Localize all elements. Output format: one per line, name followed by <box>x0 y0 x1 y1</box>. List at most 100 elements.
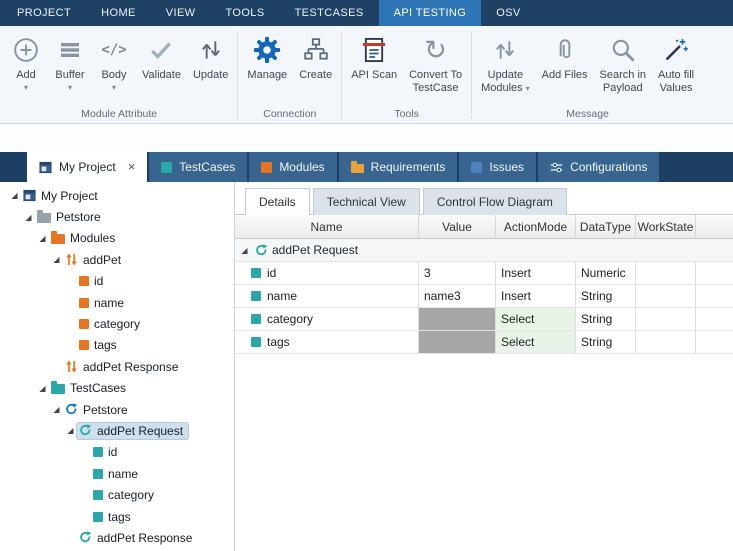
value-cell[interactable]: name3 <box>419 285 496 307</box>
datatype-cell[interactable]: String <box>576 285 636 307</box>
datatype-cell[interactable]: String <box>576 308 636 330</box>
tab-issues[interactable]: Issues <box>459 152 536 182</box>
tree-item-testcases[interactable]: ◢ TestCases <box>0 378 234 399</box>
menu-view[interactable]: VIEW <box>151 0 211 26</box>
tab-requirements[interactable]: Requirements <box>339 152 458 182</box>
tab-modules[interactable]: Modules <box>249 152 336 182</box>
project-tree: ◢ My Project ◢ Petstore ◢ Modules ◢ addP… <box>0 182 235 551</box>
name-cell[interactable]: category <box>235 308 419 330</box>
column-header-value[interactable]: Value <box>419 215 496 238</box>
expander-icon[interactable]: ◢ <box>36 384 49 393</box>
refresh-icon <box>255 244 268 257</box>
tab-technical-view[interactable]: Technical View <box>313 188 420 215</box>
convert-to-testcase-button[interactable]: ↻ Convert To TestCase <box>403 29 468 108</box>
manage-connection-button[interactable]: Manage <box>241 29 293 108</box>
workstate-cell[interactable] <box>636 285 696 307</box>
actionmode-cell[interactable]: Insert <box>496 285 576 307</box>
expander-icon[interactable]: ◢ <box>50 255 63 264</box>
menu-testcases[interactable]: TESTCASES <box>280 0 379 26</box>
tab-details[interactable]: Details <box>245 188 310 215</box>
tab-my-project[interactable]: My Project × <box>27 152 147 182</box>
tree-item-category-request[interactable]: category <box>0 484 234 505</box>
tree-item-name[interactable]: name <box>0 292 234 313</box>
body-button[interactable]: </> Body ▾ <box>92 29 136 108</box>
table-group-row-addpet-request[interactable]: ◢ addPet Request <box>235 239 733 262</box>
tree-item-id[interactable]: id <box>0 271 234 292</box>
expander-icon[interactable]: ◢ <box>8 191 21 200</box>
menu-osv[interactable]: OSV <box>481 0 535 26</box>
table-row-category: category Select String <box>235 308 733 331</box>
column-header-workstate[interactable]: WorkState <box>636 215 696 238</box>
tree-item-addpet-response-testcase[interactable]: addPet Response <box>0 527 234 548</box>
tree-item-petstore[interactable]: ◢ Petstore <box>0 206 234 227</box>
datatype-cell[interactable]: String <box>576 331 636 353</box>
ribbon-separator <box>341 31 342 119</box>
tab-configurations[interactable]: Configurations <box>538 152 659 182</box>
tab-control-flow-diagram[interactable]: Control Flow Diagram <box>423 188 567 215</box>
column-header-name[interactable]: Name <box>235 215 419 238</box>
attribute-icon <box>93 469 103 479</box>
create-connection-button[interactable]: Create <box>293 29 338 108</box>
attribute-icon <box>79 340 89 350</box>
workstate-cell[interactable] <box>636 262 696 284</box>
tree-item-name-request[interactable]: name <box>0 463 234 484</box>
close-icon[interactable]: × <box>128 161 136 173</box>
tree-item-modules[interactable]: ◢ Modules <box>0 228 234 249</box>
tree-item-addpet[interactable]: ◢ addPet <box>0 249 234 270</box>
workstate-cell[interactable] <box>636 331 696 353</box>
paperclip-icon <box>552 34 578 66</box>
tree-item-id-request[interactable]: id <box>0 442 234 463</box>
api-scan-button[interactable]: API Scan <box>345 29 403 108</box>
attribute-icon <box>93 447 103 457</box>
search-in-payload-button[interactable]: Search in Payload <box>594 29 652 108</box>
expander-icon[interactable]: ◢ <box>22 213 35 222</box>
add-button[interactable]: Add ▾ <box>4 29 48 108</box>
tab-testcases[interactable]: TestCases <box>149 152 247 182</box>
column-header-datatype[interactable]: DataType <box>576 215 636 238</box>
expander-icon[interactable]: ◢ <box>64 426 77 435</box>
tree-item-my-project[interactable]: ◢ My Project <box>0 185 234 206</box>
actionmode-cell[interactable]: Select <box>496 331 576 353</box>
tree-item-petstore-testcase[interactable]: ◢ Petstore <box>0 399 234 420</box>
add-files-button[interactable]: Add Files <box>536 29 594 108</box>
tree-item-tags-request[interactable]: tags <box>0 506 234 527</box>
validate-button[interactable]: Validate <box>136 29 187 108</box>
attribute-icon <box>93 512 103 522</box>
buffer-button[interactable]: Buffer ▾ <box>48 29 92 108</box>
requirements-folder-icon <box>351 164 364 173</box>
name-cell[interactable]: tags <box>235 331 419 353</box>
value-cell[interactable]: 3 <box>419 262 496 284</box>
ribbon-group-label: Tools <box>343 108 470 123</box>
menu-tools[interactable]: TOOLS <box>210 0 279 26</box>
project-icon <box>23 189 36 202</box>
update-modules-button[interactable]: Update Modules▾ <box>475 29 536 108</box>
expander-icon[interactable]: ◢ <box>50 405 63 414</box>
actionmode-cell[interactable]: Insert <box>496 262 576 284</box>
name-cell[interactable]: name <box>235 285 419 307</box>
refresh-icon <box>79 424 92 437</box>
magic-wand-icon <box>663 34 689 66</box>
detail-tabs: Details Technical View Control Flow Diag… <box>235 182 733 215</box>
expander-icon[interactable]: ◢ <box>36 234 49 243</box>
ribbon-separator <box>471 31 472 119</box>
tree-item-tags[interactable]: tags <box>0 335 234 356</box>
tree-item-category[interactable]: category <box>0 313 234 334</box>
column-header-actionmode[interactable]: ActionMode <box>496 215 576 238</box>
actionmode-cell[interactable]: Select <box>496 308 576 330</box>
menu-home[interactable]: HOME <box>86 0 151 26</box>
menu-project[interactable]: PROJECT <box>2 0 86 26</box>
update-modules-icon <box>492 34 518 66</box>
attribute-icon <box>251 314 261 324</box>
workstate-cell[interactable] <box>636 308 696 330</box>
ribbon-separator <box>237 31 238 119</box>
ribbon-group-label: Message <box>473 108 702 123</box>
auto-fill-values-button[interactable]: Auto fill Values <box>652 29 700 108</box>
update-button[interactable]: Update <box>187 29 234 108</box>
expander-icon[interactable]: ◢ <box>238 246 251 255</box>
datatype-cell[interactable]: Numeric <box>576 262 636 284</box>
attribute-icon <box>93 490 103 500</box>
tree-item-addpet-request[interactable]: ◢ addPet Request <box>0 420 234 441</box>
name-cell[interactable]: id <box>235 262 419 284</box>
menu-api-testing[interactable]: API TESTING <box>379 0 482 26</box>
tree-item-addpet-response[interactable]: addPet Response <box>0 356 234 377</box>
